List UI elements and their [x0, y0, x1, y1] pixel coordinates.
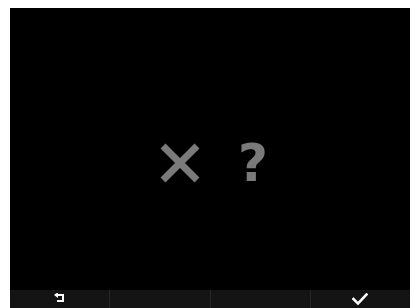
confirm-softkey[interactable]: [311, 290, 410, 308]
softkey-2[interactable]: [110, 290, 211, 308]
softkey-3[interactable]: [211, 290, 311, 308]
back-softkey[interactable]: [10, 290, 111, 308]
checkmark-icon: [352, 293, 369, 305]
x-icon: [160, 143, 200, 183]
main-display: ?: [10, 8, 410, 290]
screen: ?: [10, 8, 410, 308]
device-frame: ?: [0, 0, 416, 308]
error-status-glyph: ?: [150, 132, 275, 198]
softkey-bar: [10, 290, 410, 308]
back-arrow-icon: [53, 293, 64, 302]
question-mark-text: ?: [238, 134, 268, 194]
